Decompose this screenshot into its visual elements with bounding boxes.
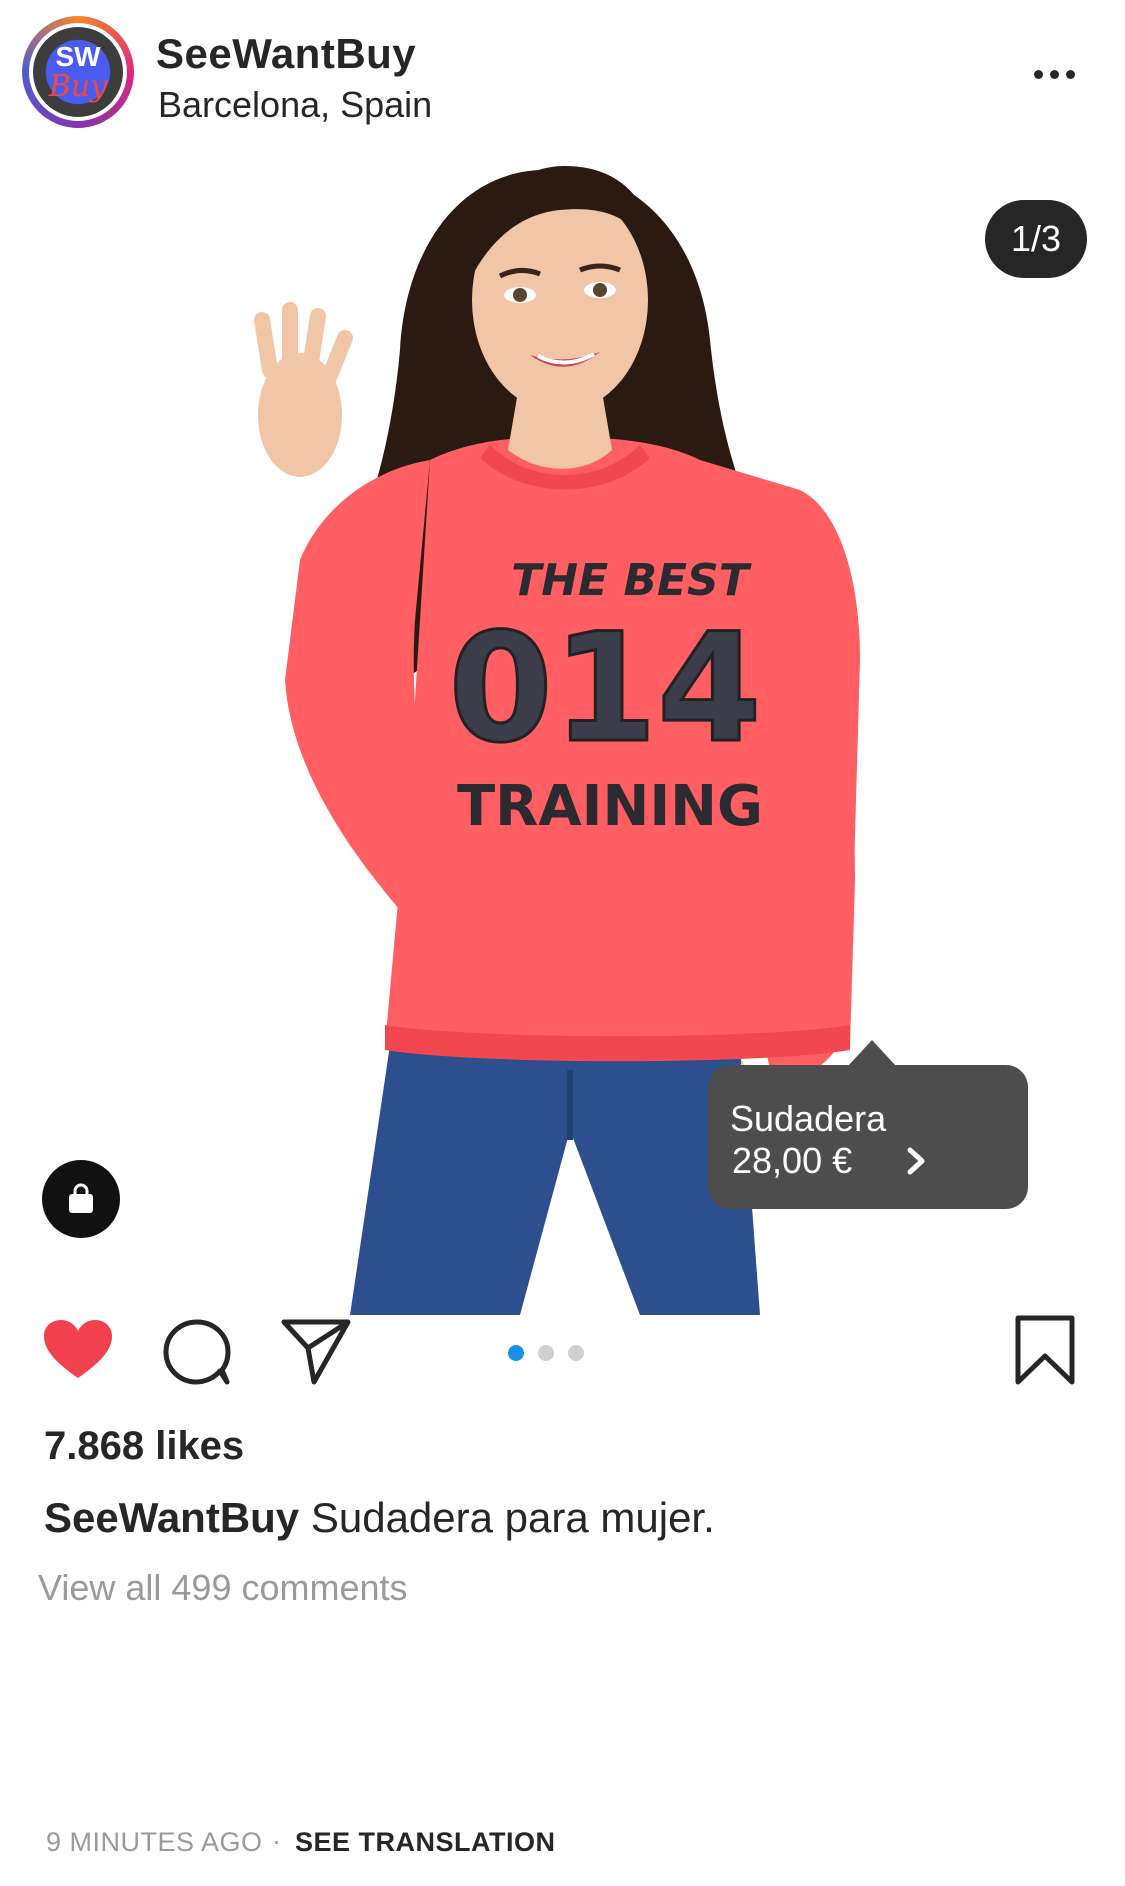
caption-username[interactable]: SeeWantBuy <box>44 1494 299 1541</box>
post-location[interactable]: Barcelona, Spain <box>158 84 432 126</box>
shirt-print-line3: TRAINING <box>457 774 763 839</box>
post-timestamp: 9 MINUTES AGO <box>46 1827 263 1857</box>
like-heart-icon[interactable] <box>42 1318 114 1387</box>
carousel-dot-1 <box>508 1345 524 1361</box>
caption-text: Sudadera para mujer. <box>310 1494 715 1541</box>
carousel-dot-2 <box>538 1345 554 1361</box>
more-options-icon[interactable] <box>1034 64 1094 84</box>
shopping-bag-icon[interactable] <box>42 1160 120 1238</box>
carousel-indicator <box>508 1345 584 1361</box>
product-tag-name[interactable]: Sudadera <box>730 1098 886 1140</box>
product-tag-price[interactable]: 28,00 € <box>732 1140 852 1182</box>
see-translation-link[interactable]: SEE TRANSLATION <box>295 1827 556 1858</box>
bookmark-icon[interactable] <box>1014 1314 1076 1391</box>
profile-avatar[interactable]: SW Buy <box>33 27 123 117</box>
product-tag-pointer <box>848 1040 896 1066</box>
footer-separator: · <box>272 1826 281 1856</box>
post-username[interactable]: SeeWantBuy <box>156 30 416 78</box>
avatar-logo-buy: Buy <box>48 69 108 104</box>
carousel-counter: 1/3 <box>985 200 1087 278</box>
comment-icon[interactable] <box>162 1316 232 1391</box>
share-paper-plane-icon[interactable] <box>280 1316 352 1391</box>
likes-count[interactable]: 7.868 likes <box>44 1424 244 1469</box>
shirt-print-number: 014 <box>448 602 761 776</box>
post-caption: SeeWantBuy Sudadera para mujer. <box>44 1494 715 1542</box>
carousel-dot-3 <box>568 1345 584 1361</box>
shirt-print-line1: THE BEST <box>511 555 751 606</box>
chevron-right-icon[interactable] <box>904 1144 930 1187</box>
view-comments-link[interactable]: View all 499 comments <box>38 1567 408 1609</box>
